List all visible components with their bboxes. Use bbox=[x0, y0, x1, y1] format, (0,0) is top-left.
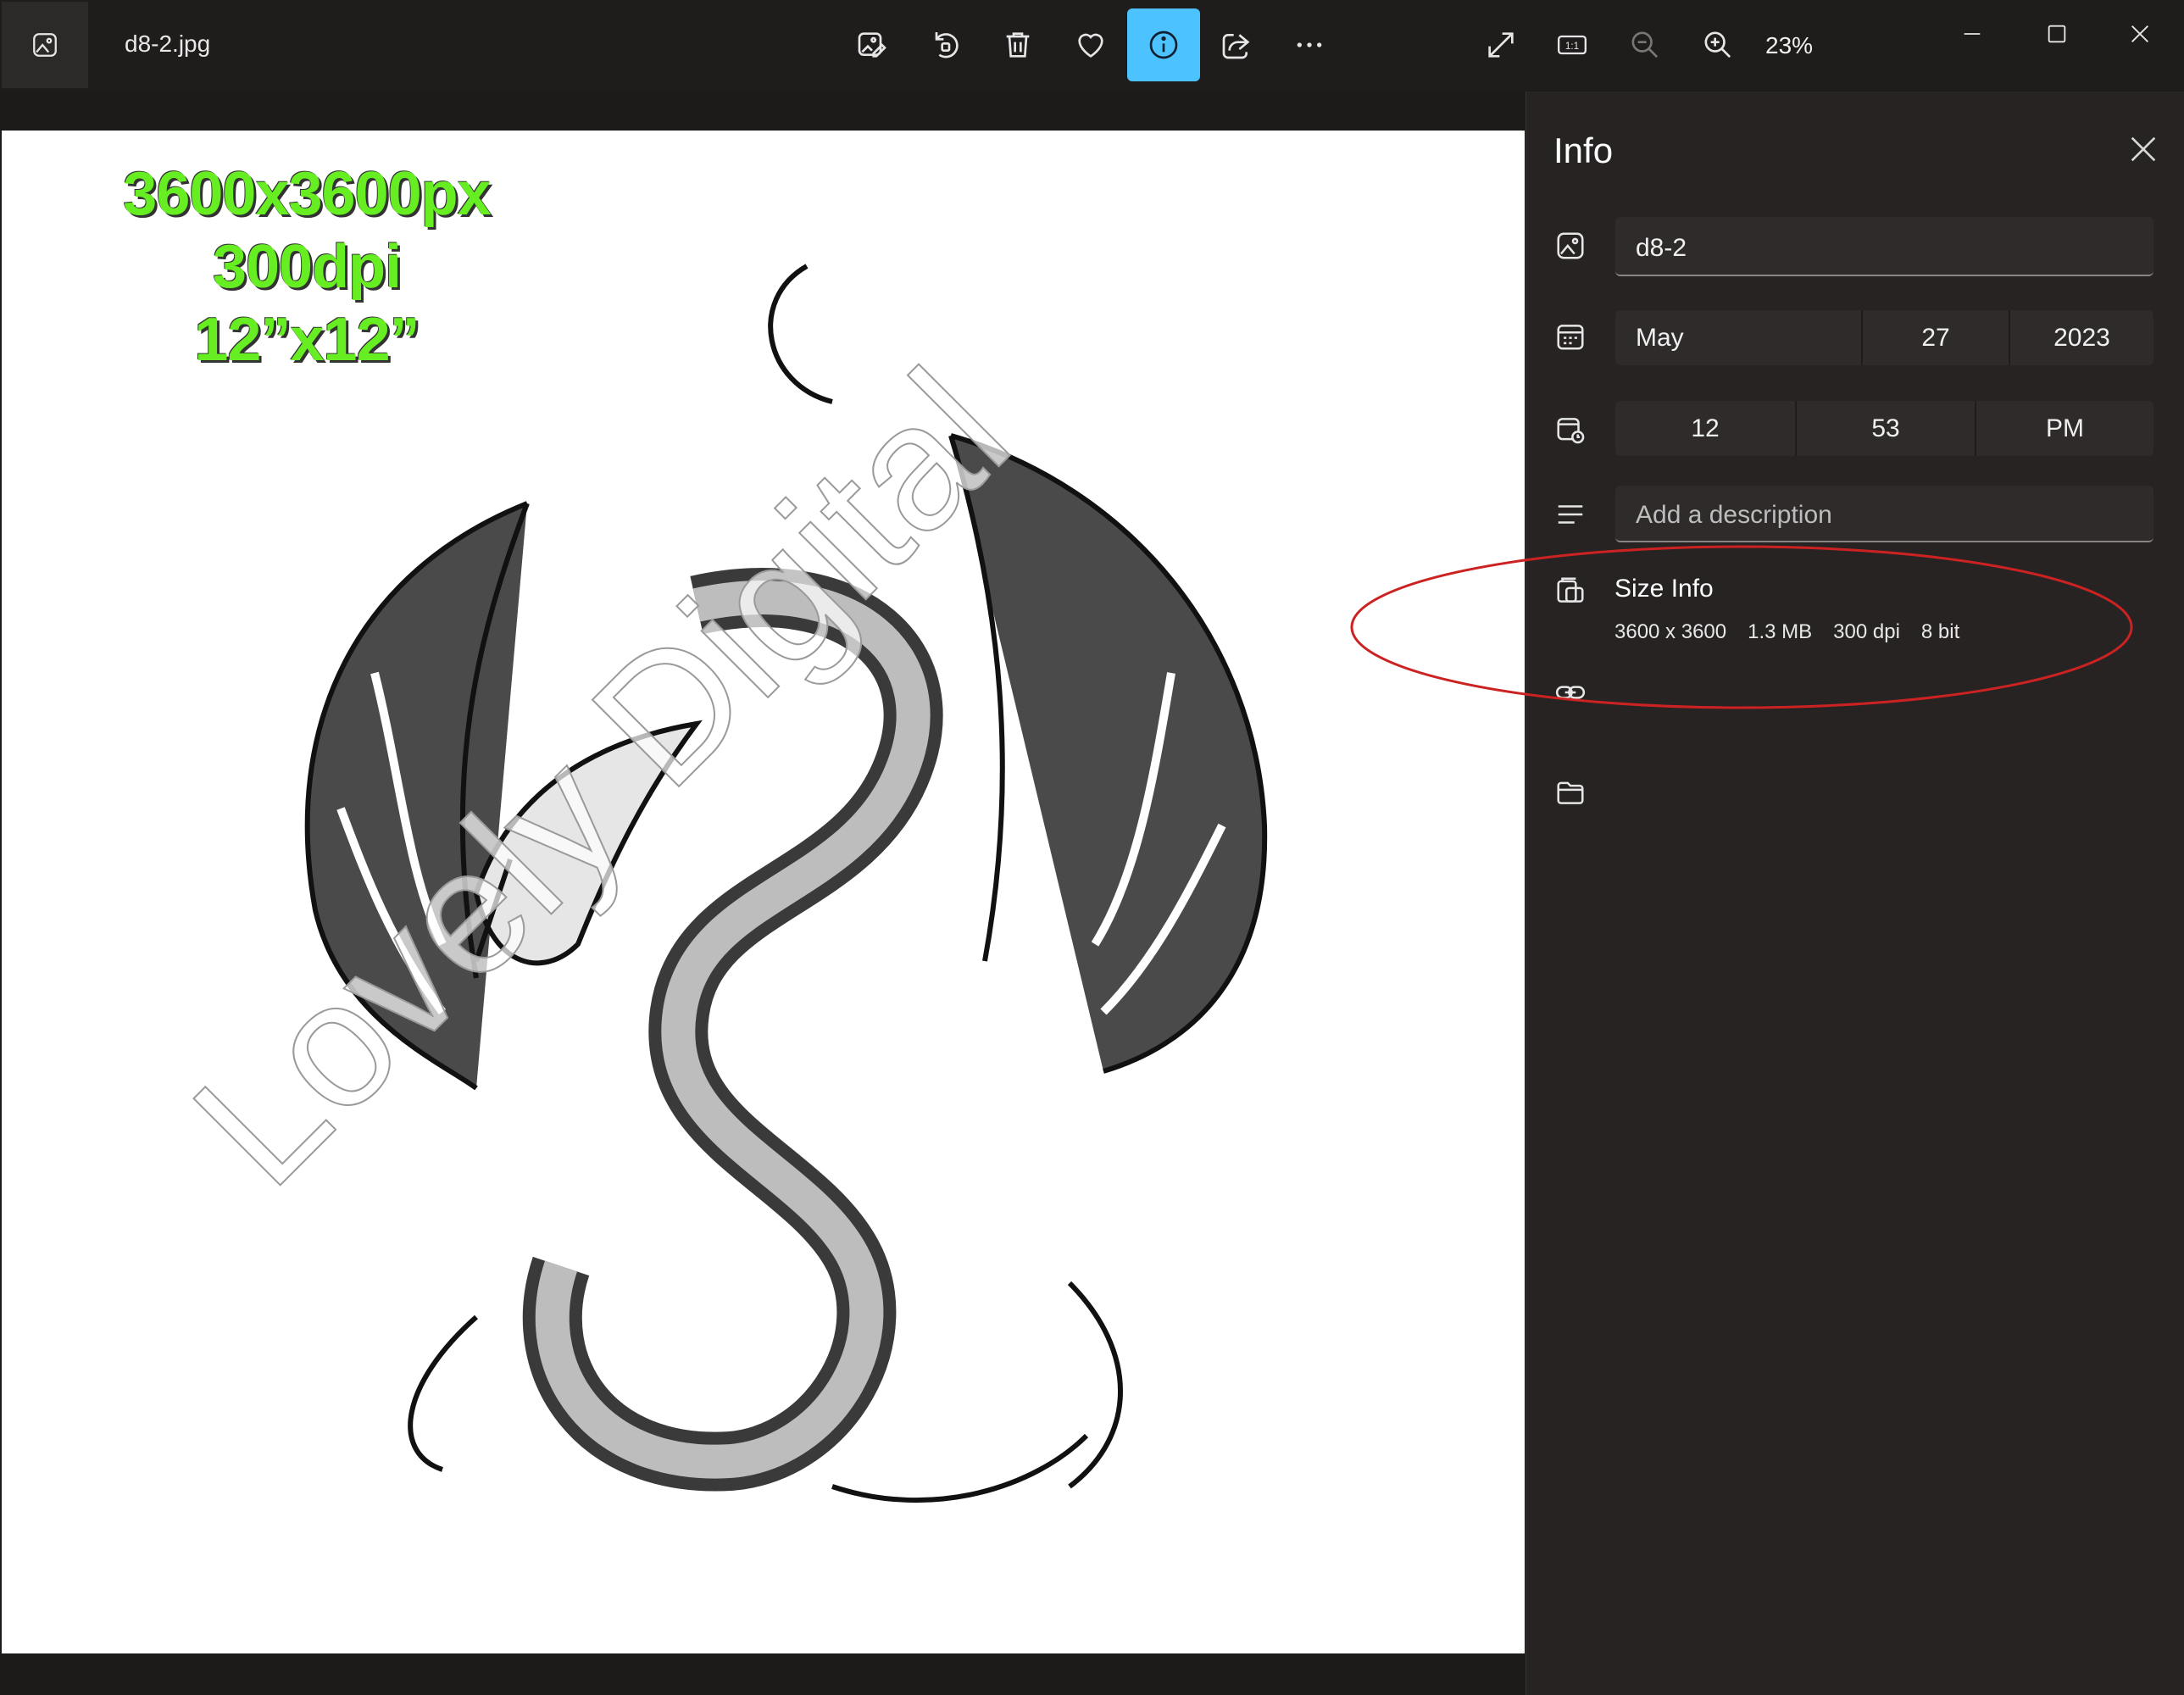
fullscreen-icon bbox=[1484, 28, 1518, 62]
edit-image-icon bbox=[855, 28, 889, 62]
maximize-icon bbox=[2045, 22, 2069, 46]
maximize-button[interactable] bbox=[2027, 8, 2087, 59]
info-button[interactable] bbox=[1127, 8, 1200, 81]
window-close-button[interactable] bbox=[2110, 8, 2170, 59]
panel-close-button[interactable] bbox=[2126, 132, 2160, 166]
favorite-button[interactable] bbox=[1054, 8, 1127, 81]
actual-size-button[interactable]: 1:1 bbox=[1536, 8, 1609, 81]
time-minute[interactable]: 53 bbox=[1797, 401, 1975, 456]
zoom-out-icon bbox=[1628, 28, 1662, 62]
minimize-button[interactable] bbox=[1942, 8, 2002, 59]
rotate-icon bbox=[928, 28, 962, 62]
text-lines-icon bbox=[1554, 498, 1587, 531]
more-icon bbox=[1292, 28, 1326, 62]
time-picker: 12 53 PM bbox=[1615, 401, 2153, 456]
minimize-icon bbox=[1960, 22, 1984, 46]
info-icon bbox=[1147, 28, 1181, 62]
date-day[interactable]: 27 bbox=[1863, 310, 2009, 365]
time-period[interactable]: PM bbox=[1976, 401, 2153, 456]
close-icon bbox=[2126, 132, 2160, 166]
share-button[interactable] bbox=[1200, 8, 1273, 81]
displayed-image[interactable]: 3600x3600px 300dpi 12”x12” Lovely Digita… bbox=[2, 131, 1525, 1653]
zoom-in-button[interactable] bbox=[1681, 8, 1754, 81]
dragon-illustration bbox=[304, 264, 1268, 1503]
description-input[interactable]: Add a description bbox=[1615, 486, 2153, 542]
panel-title: Info bbox=[1553, 131, 1614, 170]
zoom-level[interactable]: 23% bbox=[1765, 32, 1813, 59]
file-name: d8-2.jpg bbox=[125, 31, 211, 57]
zoom-in-icon bbox=[1701, 28, 1735, 62]
rotate-button[interactable] bbox=[909, 8, 981, 81]
delete-icon bbox=[1001, 28, 1035, 62]
actual-size-icon: 1:1 bbox=[1555, 28, 1589, 62]
share-icon bbox=[1220, 28, 1253, 62]
close-icon bbox=[2128, 22, 2152, 46]
photo-app-icon bbox=[31, 31, 59, 59]
title-bar: d8-2.jpg 1:1 23% bbox=[0, 0, 2184, 90]
heart-icon bbox=[1074, 28, 1108, 62]
edit-image-button[interactable] bbox=[836, 8, 909, 81]
delete-button[interactable] bbox=[981, 8, 1054, 81]
calendar-icon bbox=[1554, 320, 1587, 353]
more-options-button[interactable] bbox=[1273, 8, 1346, 81]
clock-calendar-icon bbox=[1554, 414, 1587, 446]
date-month[interactable]: May bbox=[1615, 310, 1881, 365]
fullscreen-button[interactable] bbox=[1464, 8, 1537, 81]
annotation-ellipse bbox=[1350, 545, 2133, 709]
time-hour[interactable]: 12 bbox=[1615, 401, 1795, 456]
canvas-bottom-bar bbox=[0, 1653, 1525, 1695]
date-picker: May 27 2023 bbox=[1615, 310, 2153, 365]
name-field[interactable]: d8-2 bbox=[1615, 217, 2153, 276]
date-year[interactable]: 2023 bbox=[2010, 310, 2153, 365]
image-icon bbox=[1554, 230, 1587, 262]
folder-icon[interactable] bbox=[1554, 776, 1587, 809]
info-panel: Info d8-2 May 27 2023 12 53 PM Add a des… bbox=[1525, 92, 2184, 1695]
svg-text:1:1: 1:1 bbox=[1565, 41, 1579, 52]
zoom-out-button[interactable] bbox=[1609, 8, 1681, 81]
app-photos-button[interactable] bbox=[2, 2, 88, 88]
